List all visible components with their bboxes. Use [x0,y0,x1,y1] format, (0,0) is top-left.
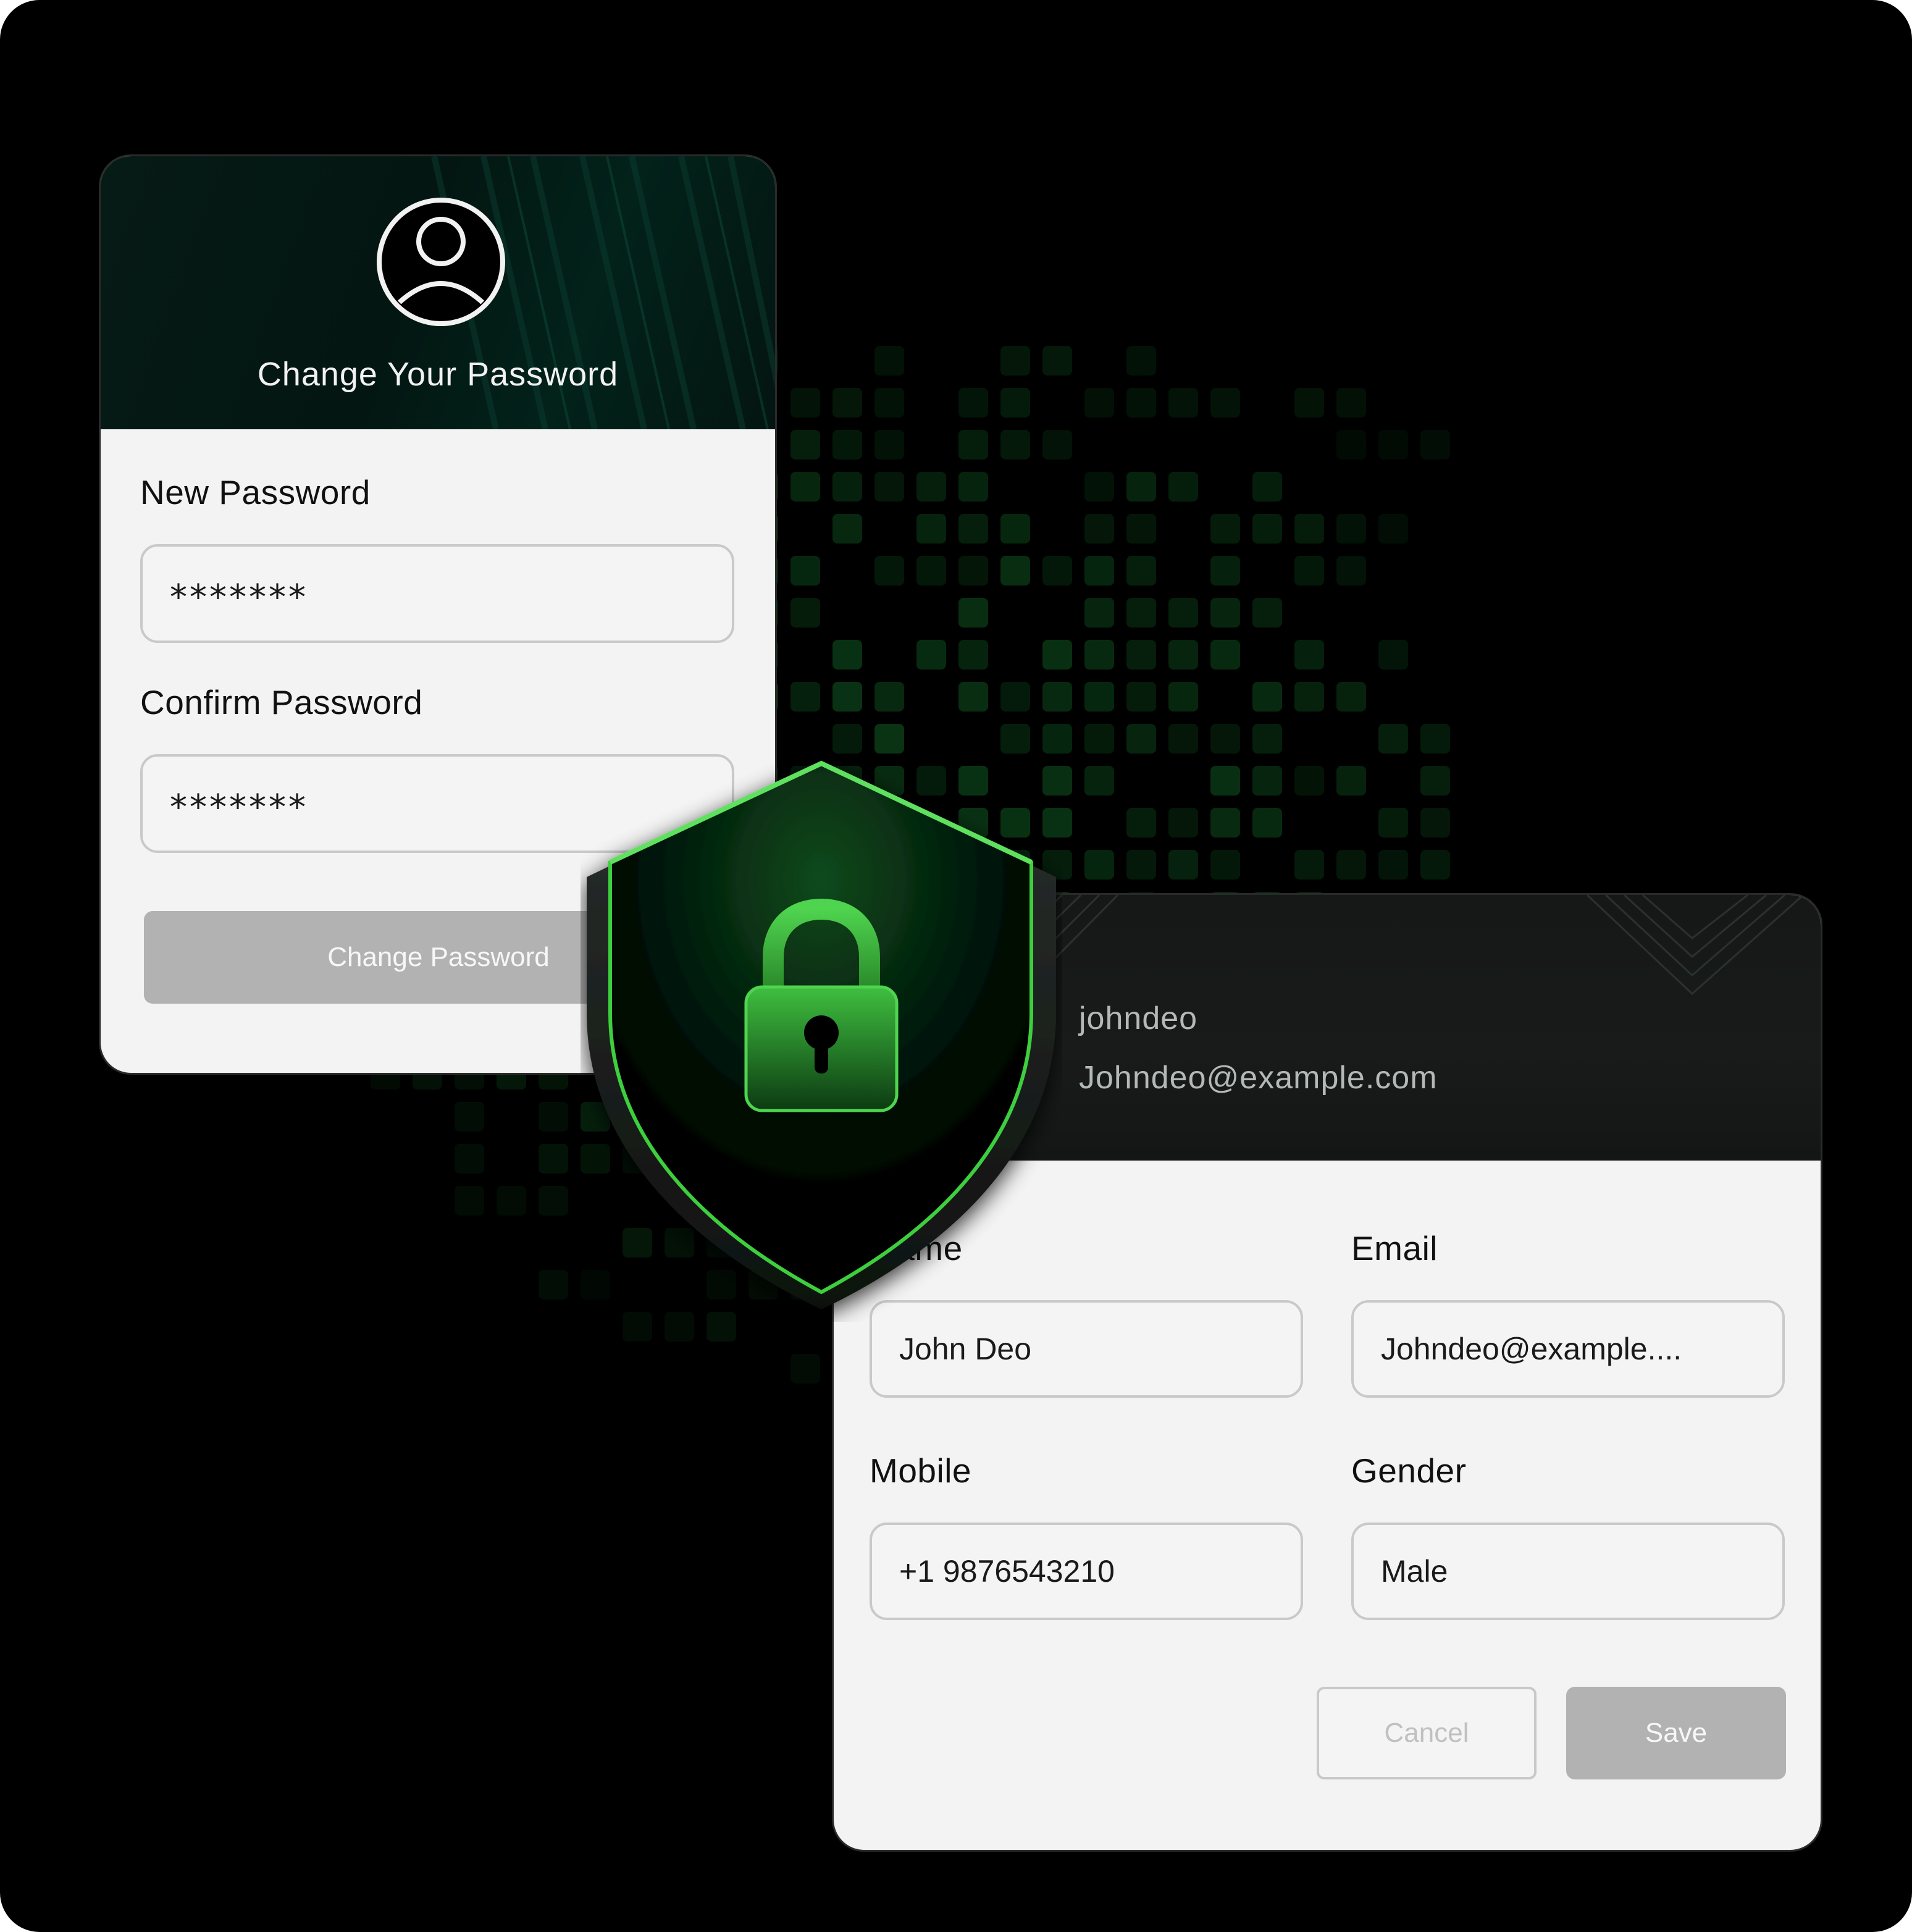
confirm-password-label: Confirm Password [140,683,423,721]
mobile-input[interactable]: +1 9876543210 [870,1522,1303,1620]
email-input[interactable]: Johndeo@example.... [1351,1300,1785,1398]
confirm-password-value: ******* [170,787,308,828]
new-password-input[interactable]: ******* [140,544,734,643]
profile-username: johndeo [1079,1001,1198,1036]
user-circle-icon [377,198,505,326]
app-frame: Change Your Password New Password ******… [0,0,1912,1932]
change-password-header: Change Your Password [101,156,775,429]
new-password-label: New Password [140,473,371,511]
mobile-label: Mobile [870,1451,972,1490]
shield-icon [587,760,1056,1309]
save-button[interactable]: Save [1566,1687,1786,1779]
profile-email: Johndeo@example.com [1079,1060,1438,1096]
gender-label: Gender [1351,1451,1467,1490]
gender-select[interactable]: Male [1351,1522,1785,1620]
cancel-button[interactable]: Cancel [1317,1687,1537,1779]
new-password-value: ******* [170,577,308,618]
change-password-title: Change Your Password [257,356,619,393]
email-label: Email [1351,1229,1438,1267]
